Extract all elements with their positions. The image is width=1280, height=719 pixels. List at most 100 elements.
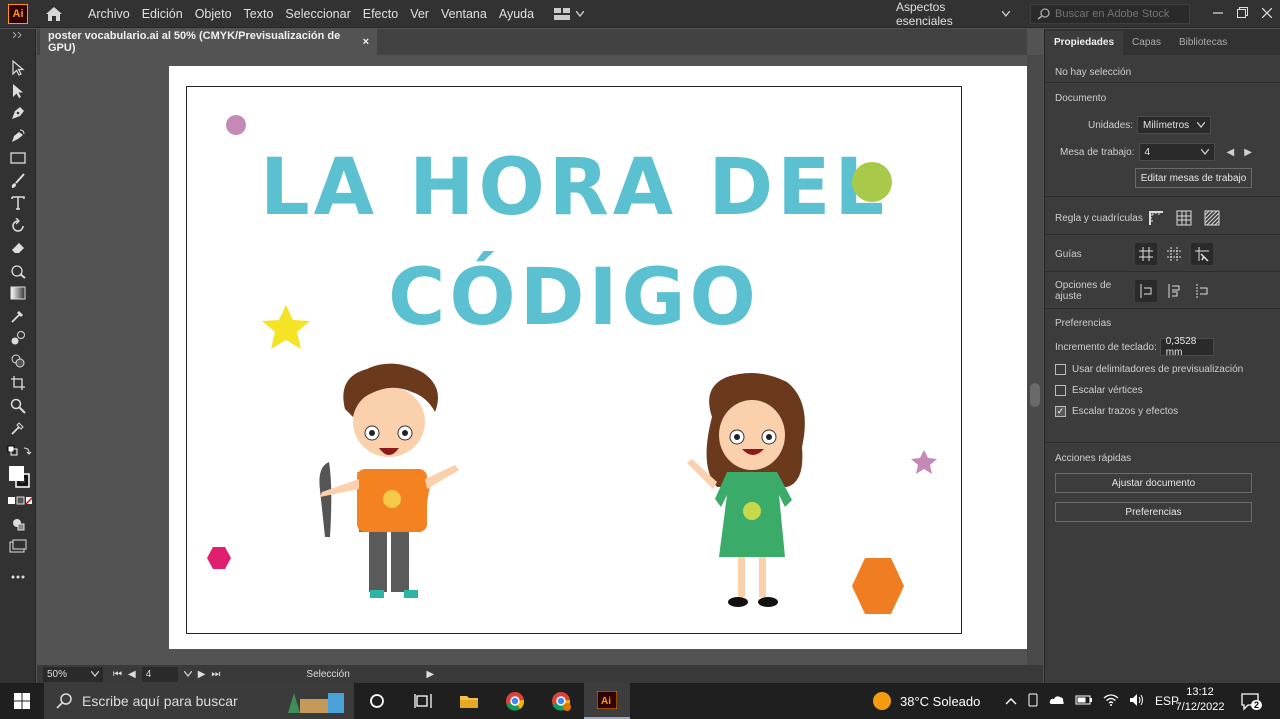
cortana-icon[interactable] <box>354 683 400 719</box>
task-view-icon[interactable] <box>400 683 446 719</box>
workspace-switcher[interactable]: Aspectos esenciales <box>884 0 1016 28</box>
warp-tool-icon[interactable] <box>0 260 36 283</box>
zoom-select[interactable]: 50% <box>43 666 103 682</box>
paintbrush-tool-icon[interactable] <box>0 170 36 193</box>
restore-icon[interactable] <box>1237 7 1248 21</box>
color-sampler-icon[interactable] <box>0 417 36 440</box>
illustrator-taskbar-icon[interactable]: Ai <box>584 683 630 719</box>
home-icon[interactable] <box>44 4 64 24</box>
screen-mode-icon[interactable] <box>0 535 36 558</box>
menu-ver[interactable]: Ver <box>404 0 435 28</box>
onedrive-cloud-icon[interactable] <box>1049 694 1065 708</box>
status-menu-icon[interactable]: ▶ <box>426 669 434 680</box>
default-colors-icon[interactable] <box>0 440 36 463</box>
lock-guides-icon[interactable] <box>1191 243 1213 265</box>
menu-edicion[interactable]: Edición <box>136 0 189 28</box>
previous-artboard-icon[interactable]: ◀ <box>128 669 136 680</box>
rectangle-tool-icon[interactable] <box>0 147 36 170</box>
selection-tool-icon[interactable] <box>0 57 36 80</box>
artboard[interactable]: LA HORA DEL CÓDIGO <box>169 66 1015 649</box>
snap-to-point-icon[interactable] <box>1191 280 1213 302</box>
shape-builder-tool-icon[interactable] <box>0 350 36 373</box>
curvature-tool-icon[interactable] <box>0 125 36 148</box>
toolbar-collapse-icon[interactable] <box>0 29 36 41</box>
grid-icon[interactable] <box>1173 207 1195 229</box>
eraser-tool-icon[interactable] <box>0 237 36 260</box>
last-artboard-icon[interactable]: ⏭ <box>211 669 220 680</box>
direct-selection-tool-icon[interactable] <box>0 80 36 103</box>
blend-tool-icon[interactable] <box>0 327 36 350</box>
ruler-icon[interactable] <box>1145 207 1167 229</box>
wifi-icon[interactable] <box>1103 693 1119 709</box>
chrome-icon[interactable] <box>492 683 538 719</box>
preview-bounds-option[interactable]: Usar delimitadores de previsualización <box>1055 364 1270 375</box>
close-icon[interactable] <box>1261 7 1273 21</box>
scale-strokes-checkbox[interactable]: ✓ <box>1055 406 1066 417</box>
tab-propiedades[interactable]: Propiedades <box>1045 31 1124 55</box>
battery-icon[interactable] <box>1075 694 1093 708</box>
tab-bibliotecas[interactable]: Bibliotecas <box>1170 31 1236 55</box>
units-dropdown[interactable]: Milímetros <box>1137 116 1212 134</box>
edit-artboards-button[interactable]: Editar mesas de trabajo <box>1135 168 1252 188</box>
tab-capas[interactable]: Capas <box>1123 31 1170 55</box>
transparency-grid-icon[interactable] <box>1201 207 1223 229</box>
gradient-tool-icon[interactable] <box>0 282 36 305</box>
pen-tool-icon[interactable] <box>0 102 36 125</box>
prev-artboard-arrow-icon[interactable]: ◀ <box>1227 147 1235 158</box>
fill-stroke-swatch[interactable] <box>0 462 36 490</box>
taskbar-search[interactable]: Escribe aquí para buscar <box>44 683 354 719</box>
menu-texto[interactable]: Texto <box>238 0 280 28</box>
eyedropper-tool-icon[interactable] <box>0 305 36 328</box>
menu-seleccionar[interactable]: Seleccionar <box>279 0 356 28</box>
menu-ayuda[interactable]: Ayuda <box>493 0 540 28</box>
artboard-tool-icon[interactable] <box>0 372 36 395</box>
next-artboard[interactable] <box>1005 66 1027 649</box>
scale-strokes-option[interactable]: ✓ Escalar trazos y efectos <box>1055 406 1270 417</box>
menu-objeto[interactable]: Objeto <box>189 0 238 28</box>
arrange-documents-button[interactable] <box>554 7 585 20</box>
start-button[interactable] <box>0 683 44 719</box>
menu-efecto[interactable]: Efecto <box>357 0 404 28</box>
zoom-tool-icon[interactable] <box>0 395 36 418</box>
adobe-stock-search[interactable] <box>1030 4 1190 24</box>
next-artboard-icon[interactable]: ▶ <box>198 669 206 680</box>
type-tool-icon[interactable] <box>0 192 36 215</box>
more-tools-icon[interactable] <box>0 566 36 589</box>
keyboard-increment-input[interactable]: 0,3528 mm <box>1159 336 1214 358</box>
menu-archivo[interactable]: Archivo <box>82 0 136 28</box>
color-mode-icons[interactable] <box>0 490 36 513</box>
draw-mode-icon[interactable] <box>0 513 36 536</box>
smart-guides-icon[interactable] <box>1163 243 1185 265</box>
vertical-scrollbar[interactable] <box>1027 55 1043 665</box>
fit-document-button[interactable]: Ajustar documento <box>1055 473 1252 493</box>
system-clock[interactable]: 13:12 7/12/2022 <box>1170 685 1230 715</box>
chevron-down-icon[interactable] <box>183 671 192 677</box>
snap-to-grid-icon[interactable] <box>1163 280 1185 302</box>
scale-corners-checkbox[interactable] <box>1055 385 1066 396</box>
rotate-tool-icon[interactable] <box>0 215 36 238</box>
stock-search-input[interactable] <box>1055 8 1185 20</box>
close-tab-icon[interactable]: × <box>363 36 369 48</box>
scale-corners-option[interactable]: Escalar vértices <box>1055 385 1270 396</box>
chevron-up-icon[interactable] <box>1005 694 1017 708</box>
volume-icon[interactable] <box>1129 693 1145 710</box>
canvas-area[interactable]: LA HORA DEL CÓDIGO <box>37 55 1027 665</box>
first-artboard-icon[interactable]: ⏮ <box>113 669 122 680</box>
minimize-icon[interactable] <box>1213 7 1223 21</box>
chrome-profile-icon[interactable] <box>538 683 584 719</box>
current-tool-label[interactable]: Selección <box>306 669 426 680</box>
next-artboard-arrow-icon[interactable]: ▶ <box>1244 147 1252 158</box>
menu-ventana[interactable]: Ventana <box>435 0 493 28</box>
notifications-button[interactable]: 2 <box>1240 691 1263 714</box>
document-tab[interactable]: poster vocabulario.ai al 50% (CMYK/Previ… <box>40 29 377 55</box>
artboard-dropdown[interactable]: 4 <box>1138 143 1215 161</box>
snap-to-pixel-icon[interactable] <box>1135 280 1157 302</box>
preview-bounds-checkbox[interactable] <box>1055 364 1066 375</box>
show-guides-icon[interactable] <box>1135 243 1157 265</box>
preferences-button[interactable]: Preferencias <box>1055 502 1252 522</box>
scroll-thumb[interactable] <box>1030 383 1040 407</box>
meet-now-icon[interactable] <box>1027 693 1039 710</box>
weather-widget[interactable]: 38°C Soleado <box>872 683 980 719</box>
file-explorer-icon[interactable] <box>446 683 492 719</box>
artboard-number-field[interactable]: 4 <box>141 666 178 682</box>
